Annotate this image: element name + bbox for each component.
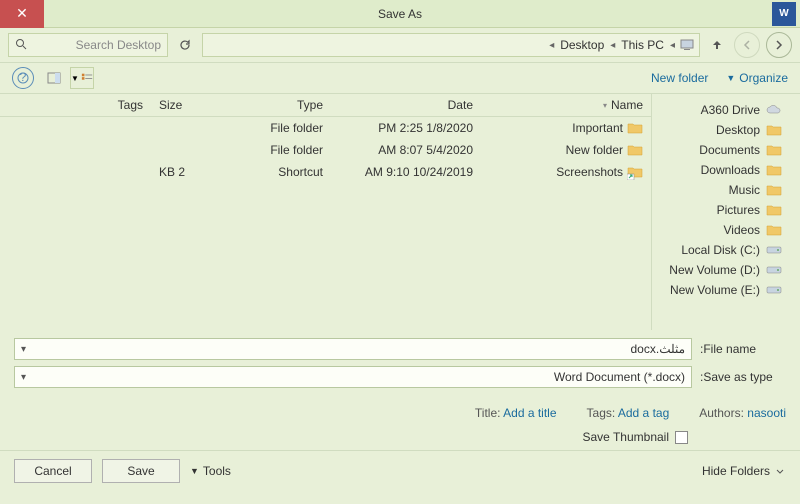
organize-menu[interactable]: Organize ▼: [726, 71, 788, 85]
search-input[interactable]: Search Desktop: [8, 33, 168, 57]
tree-item[interactable]: Videos: [652, 220, 800, 240]
breadcrumb-location[interactable]: Desktop: [558, 38, 606, 52]
new-folder-button[interactable]: New folder: [651, 71, 708, 85]
word-app-icon: W: [772, 2, 796, 26]
col-header-tags[interactable]: Tags: [81, 98, 151, 112]
tools-menu[interactable]: Tools ▼: [190, 464, 231, 478]
nav-tree: A360 DriveDesktopDocumentsDownloadsMusic…: [652, 94, 800, 330]
file-list-pane: Name▾ Date Type Size Tags Important1/8/2…: [0, 94, 652, 330]
breadcrumb-pc[interactable]: This PC: [619, 38, 666, 52]
up-button[interactable]: [706, 34, 728, 56]
dropdown-icon: ▼: [71, 74, 79, 83]
tree-item[interactable]: Documents: [652, 140, 800, 160]
preview-icon: [47, 72, 61, 84]
title-meta-label: Title:: [475, 406, 501, 420]
help-button[interactable]: ?: [12, 67, 34, 89]
forward-button[interactable]: [734, 32, 760, 58]
save-button[interactable]: Save: [102, 459, 180, 483]
tree-item[interactable]: Music: [652, 180, 800, 200]
collapse-icon: [774, 465, 786, 477]
tags-input[interactable]: Add a tag: [618, 406, 669, 420]
col-header-size[interactable]: Size: [151, 98, 221, 112]
refresh-icon: [178, 38, 192, 52]
list-icon: [81, 72, 93, 84]
file-row[interactable]: Screenshots10/24/2019 9:10 AMShortcut2 K…: [0, 161, 651, 183]
col-header-name[interactable]: Name▾: [481, 98, 651, 112]
filename-input[interactable]: مثلث.docx ▾: [14, 338, 692, 360]
file-row[interactable]: New folder5/4/2020 8:07 AMFile folder: [0, 139, 651, 161]
title-bar: W Save As ✕: [0, 0, 800, 28]
dropdown-icon[interactable]: ▾: [21, 344, 26, 355]
checkbox-icon: [675, 431, 688, 444]
svg-text:?: ?: [20, 72, 27, 84]
filename-label: File name:: [700, 342, 786, 356]
cancel-button[interactable]: Cancel: [14, 459, 92, 483]
search-icon: [15, 38, 27, 53]
authors-label: Authors:: [699, 406, 744, 420]
address-bar[interactable]: ◂ This PC ◂ Desktop ◂: [202, 33, 700, 57]
tree-item[interactable]: Local Disk (C:): [652, 240, 800, 260]
view-details-button[interactable]: ▼: [70, 67, 94, 89]
authors-value[interactable]: nasooti: [747, 406, 786, 420]
refresh-button[interactable]: [174, 34, 196, 56]
dropdown-icon: ▼: [726, 73, 735, 83]
hide-folders-button[interactable]: Hide Folders: [702, 464, 786, 478]
command-bar: Organize ▼ New folder ▼ ?: [0, 62, 800, 94]
chevron-icon: ◂: [608, 40, 617, 51]
help-icon: ?: [17, 72, 29, 84]
chevron-icon: ◂: [547, 40, 556, 51]
tree-item[interactable]: Pictures: [652, 200, 800, 220]
save-thumbnail-checkbox[interactable]: Save Thumbnail: [583, 430, 689, 444]
tree-item[interactable]: Downloads: [652, 160, 800, 180]
col-header-type[interactable]: Type: [221, 98, 331, 112]
chevron-icon: ◂: [668, 40, 677, 51]
column-headers: Name▾ Date Type Size Tags: [0, 94, 651, 117]
tree-item[interactable]: A360 Drive: [652, 100, 800, 120]
close-button[interactable]: ✕: [0, 0, 44, 28]
search-placeholder: Search Desktop: [76, 38, 161, 52]
back-button[interactable]: [766, 32, 792, 58]
savetype-label: Save as type:: [700, 370, 786, 384]
title-input[interactable]: Add a title: [503, 406, 556, 420]
savetype-select[interactable]: Word Document (*.docx) ▾: [14, 366, 692, 388]
tags-label: Tags:: [587, 406, 616, 420]
dropdown-icon: ▼: [190, 466, 199, 476]
preview-pane-button[interactable]: [42, 67, 66, 89]
nav-toolbar: ◂ This PC ◂ Desktop ◂ Search Desktop: [0, 28, 800, 62]
dialog-footer: Hide Folders Tools ▼ Save Cancel: [0, 450, 800, 490]
file-row[interactable]: Important1/8/2020 2:25 PMFile folder: [0, 117, 651, 139]
arrow-right-icon: [773, 39, 785, 51]
dialog-title: Save As: [378, 7, 422, 21]
tree-item[interactable]: New Volume (D:): [652, 260, 800, 280]
col-header-date[interactable]: Date: [331, 98, 481, 112]
arrow-up-icon: [710, 38, 724, 52]
tree-item[interactable]: New Volume (E:): [652, 280, 800, 300]
metadata-row: Authors: nasooti Tags: Add a tag Title: …: [0, 402, 800, 424]
tree-item[interactable]: Desktop: [652, 120, 800, 140]
pc-icon: [679, 37, 695, 53]
arrow-left-icon: [741, 39, 753, 51]
save-form: File name: مثلث.docx ▾ Save as type: Wor…: [0, 330, 800, 402]
dropdown-icon[interactable]: ▾: [21, 372, 26, 383]
